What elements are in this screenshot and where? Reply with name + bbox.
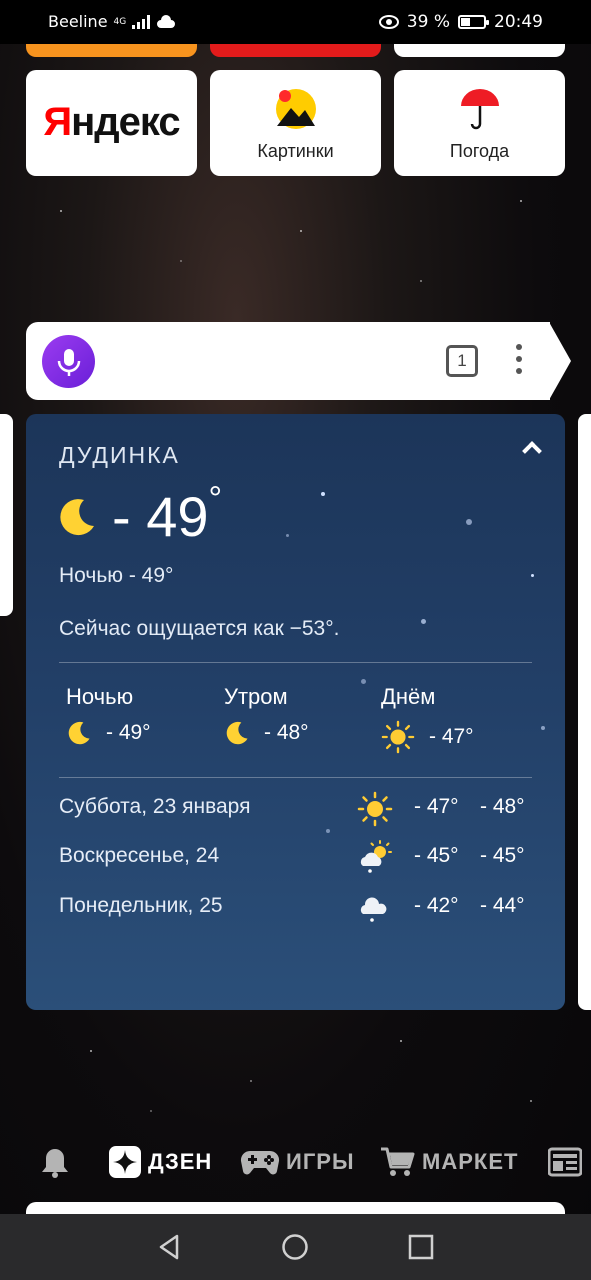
status-bar: Beeline 4G 39 % 20:49 bbox=[0, 0, 591, 44]
period-morning: Утром - 48° bbox=[224, 684, 309, 745]
network-type: 4G bbox=[113, 16, 127, 27]
microphone-button[interactable] bbox=[42, 335, 95, 388]
home-icon[interactable] bbox=[281, 1233, 309, 1261]
zen-icon bbox=[109, 1146, 141, 1178]
current-temperature: - 49° bbox=[112, 480, 223, 548]
tile-weather[interactable]: Погода bbox=[394, 70, 565, 176]
tile-pictures-label: Картинки bbox=[257, 141, 334, 161]
divider bbox=[59, 662, 532, 663]
city-name: ДУДИНКА bbox=[59, 442, 180, 468]
side-card-left[interactable] bbox=[0, 414, 13, 616]
partial-tile-red[interactable] bbox=[210, 44, 381, 57]
moon-icon bbox=[60, 499, 94, 536]
bottom-nav: ДЗЕН ИГРЫ МАРКЕТ bbox=[0, 1140, 591, 1184]
nav-market[interactable]: МАРКЕТ bbox=[380, 1140, 518, 1184]
carrier-label: Beeline bbox=[48, 12, 108, 31]
nav-games[interactable]: ИГРЫ bbox=[240, 1140, 355, 1184]
partial-tile-white[interactable] bbox=[394, 44, 565, 57]
umbrella-icon bbox=[461, 89, 499, 130]
tile-pictures[interactable]: Картинки bbox=[210, 70, 381, 176]
recents-icon[interactable] bbox=[407, 1233, 435, 1261]
tabs-counter-button[interactable]: 1 bbox=[446, 345, 478, 377]
feels-like-line: Сейчас ощущается как −53°. bbox=[59, 617, 340, 640]
tile-yandex[interactable]: Яндекс bbox=[26, 70, 197, 176]
search-bar-arrow bbox=[549, 322, 571, 400]
search-bar[interactable]: 1 bbox=[26, 322, 550, 400]
nav-zen[interactable]: ДЗЕН bbox=[108, 1140, 212, 1184]
system-nav-bar bbox=[0, 1214, 591, 1280]
period-day: Днём - 47° bbox=[381, 684, 531, 754]
back-icon[interactable] bbox=[155, 1233, 183, 1261]
collapse-chevron-icon[interactable] bbox=[522, 441, 542, 461]
battery-percent: 39 % bbox=[406, 12, 450, 32]
more-vertical-icon[interactable] bbox=[516, 344, 524, 378]
signal-icon bbox=[132, 14, 151, 29]
moon-icon bbox=[68, 721, 90, 745]
forecast-row[interactable]: Понедельник, 25 - 42° - 44° bbox=[59, 894, 539, 924]
battery-icon bbox=[458, 15, 489, 29]
pictures-icon bbox=[276, 89, 316, 129]
partial-tile-orange[interactable] bbox=[26, 44, 197, 57]
cloud-snow-icon bbox=[360, 897, 387, 922]
moon-icon bbox=[226, 721, 248, 745]
yandex-logo: Яндекс bbox=[43, 100, 180, 144]
cloud-icon bbox=[157, 14, 176, 28]
tile-weather-label: Погода bbox=[449, 141, 510, 161]
forecast-row[interactable]: Воскресенье, 24 - 45° - 45° bbox=[59, 840, 539, 874]
gamepad-icon bbox=[240, 1150, 280, 1175]
microphone-icon bbox=[57, 349, 81, 376]
divider bbox=[59, 777, 532, 778]
news-icon bbox=[548, 1147, 582, 1177]
sun-icon bbox=[381, 720, 415, 754]
sun-icon bbox=[357, 791, 393, 827]
notifications-button[interactable] bbox=[40, 1140, 70, 1184]
period-night: Ночью - 49° bbox=[66, 684, 151, 745]
night-temperature-line: Ночью - 49° bbox=[59, 564, 174, 587]
forecast-row[interactable]: Суббота, 23 января - 47° - 48° bbox=[59, 791, 539, 827]
bell-icon bbox=[42, 1149, 68, 1178]
cart-icon bbox=[381, 1147, 415, 1176]
clock: 20:49 bbox=[494, 12, 543, 32]
side-card-right[interactable] bbox=[578, 414, 591, 1010]
nav-news[interactable] bbox=[548, 1140, 582, 1184]
partly-cloudy-snow-icon bbox=[360, 840, 392, 873]
eye-icon bbox=[378, 15, 399, 29]
weather-card[interactable]: ДУДИНКА - 49° Ночью - 49° Сейчас ощущает… bbox=[26, 414, 565, 1010]
